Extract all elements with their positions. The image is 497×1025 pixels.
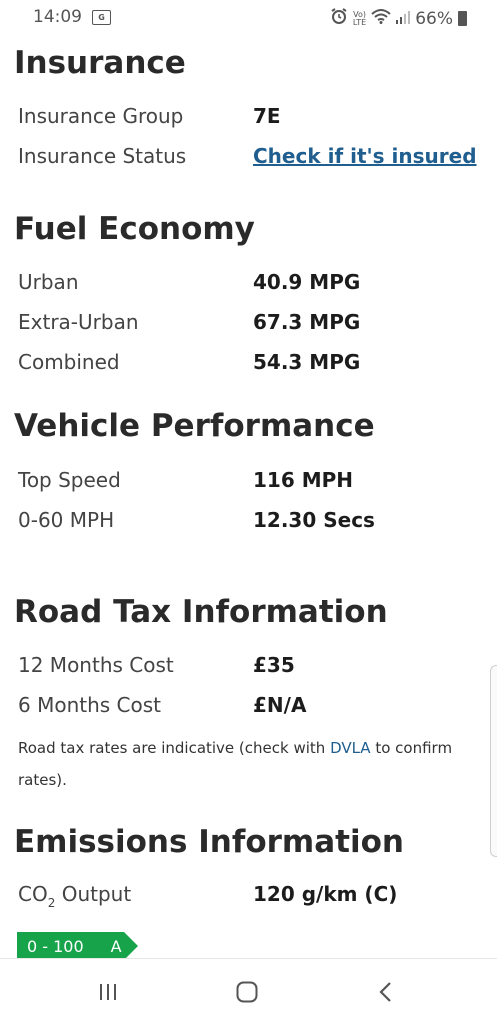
twelve-months-cost-label: 12 Months Cost	[18, 653, 174, 677]
fuel-combined-label: Combined	[18, 350, 120, 374]
fuel-urban-value: 40.9 MPG	[253, 270, 361, 294]
road-tax-title: Road Tax Information	[14, 594, 388, 630]
road-tax-note-prefix: Road tax rates are indicative (check wit…	[18, 739, 331, 757]
co2-label-rest: Output	[55, 882, 132, 906]
home-icon[interactable]	[227, 977, 267, 1007]
zero-sixty-value: 12.30 Secs	[253, 508, 375, 532]
insurance-group-label: Insurance Group	[18, 104, 184, 128]
band-letter: A	[110, 936, 122, 956]
co2-output-value: 120 g/km (C)	[253, 882, 398, 906]
back-icon[interactable]	[366, 977, 406, 1007]
twelve-months-cost-value: £35	[253, 653, 295, 677]
six-months-cost-label: 6 Months Cost	[18, 693, 162, 717]
insurance-group-value: 7E	[253, 104, 281, 128]
recent-apps-icon[interactable]	[88, 977, 128, 1007]
insurance-status-label: Insurance Status	[18, 144, 187, 168]
band-range: 0 - 100	[27, 936, 84, 956]
performance-title: Vehicle Performance	[14, 408, 375, 444]
emissions-title: Emissions Information	[14, 824, 404, 860]
status-bar: 14:09 G Vo) LTE 66%	[0, 0, 497, 36]
insurance-title: Insurance	[14, 45, 186, 81]
top-speed-value: 116 MPH	[253, 468, 354, 492]
check-insured-link[interactable]: Check if it's insured	[253, 144, 477, 168]
gallery-notification-icon: G	[92, 10, 111, 25]
fuel-combined-value: 54.3 MPG	[253, 350, 361, 374]
top-speed-label: Top Speed	[18, 468, 121, 492]
navigation-bar	[0, 958, 497, 1025]
six-months-cost-value: £N/A	[253, 693, 307, 717]
road-tax-note: Road tax rates are indicative (check wit…	[18, 732, 458, 796]
alarm-icon	[330, 7, 348, 30]
volte-icon: Vo) LTE	[352, 10, 367, 27]
wifi-icon	[371, 8, 391, 29]
fuel-extra-urban-value: 67.3 MPG	[253, 310, 361, 334]
co2-label-main: CO	[18, 882, 48, 906]
zero-sixty-label: 0-60 MPH	[18, 508, 115, 532]
co2-label-subscript: 2	[47, 896, 56, 910]
co2-output-label: CO2 Output	[18, 882, 132, 910]
clock: 14:09	[33, 7, 82, 27]
fuel-economy-title: Fuel Economy	[14, 211, 255, 247]
volte-bottom-text: LTE	[352, 17, 367, 27]
signal-icon	[396, 9, 411, 29]
edge-panel-handle[interactable]	[490, 665, 497, 857]
status-icons: Vo) LTE 66%	[330, 7, 467, 30]
battery-percent: 66%	[415, 8, 453, 29]
fuel-urban-label: Urban	[18, 270, 79, 294]
battery-icon	[458, 11, 467, 26]
dvla-link[interactable]: DVLA	[330, 739, 371, 757]
emissions-band-badge: 0 - 100 A	[17, 932, 138, 960]
fuel-extra-urban-label: Extra-Urban	[18, 310, 139, 334]
